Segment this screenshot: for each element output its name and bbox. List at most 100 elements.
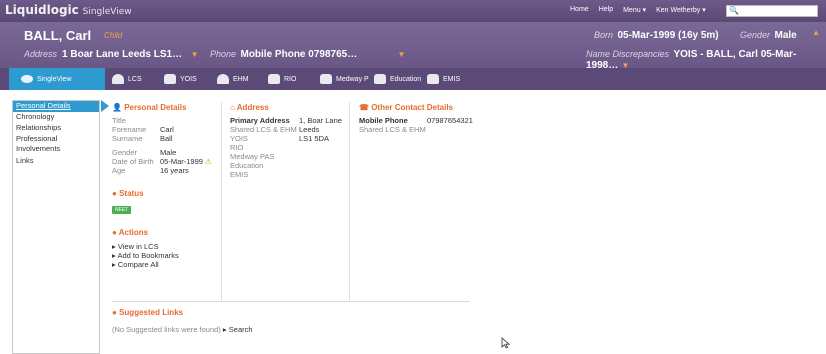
tab-emis[interactable]: EMIS: [427, 68, 460, 90]
dob-label: Date of Birth: [112, 157, 154, 166]
search-icon: 🔍: [729, 6, 739, 15]
brand-product: SingleView: [82, 7, 132, 17]
patient-address[interactable]: Address 1 Boar Lane Leeds LS1… ▼: [24, 49, 199, 60]
suggested-empty-text: (No Suggested links were found): [112, 325, 221, 334]
action-view-in-lcs[interactable]: ▸ View in LCS: [112, 242, 218, 251]
heading-text: Other Contact Details: [371, 103, 453, 112]
database-icon: [320, 74, 332, 84]
heading-text: Personal Details: [124, 103, 187, 112]
sidebar-item-label: Personal Details: [16, 101, 71, 110]
address-heading: ⌂ Address: [230, 103, 348, 112]
tab-label: RIO: [284, 75, 297, 83]
home-icon: ⌂: [230, 103, 235, 112]
suggested-heading: ● Suggested Links: [112, 308, 412, 317]
eye-icon: [21, 75, 33, 83]
nav-user[interactable]: Ken Wetherby ▾: [656, 6, 706, 14]
tab-ehm[interactable]: EHM: [217, 68, 249, 90]
patient-phone[interactable]: Phone Mobile Phone 0798765… ▼: [210, 49, 405, 60]
heading-text: Address: [236, 103, 269, 112]
born-label: Born: [594, 30, 614, 40]
tab-education[interactable]: Education: [374, 68, 421, 90]
child-label: Child: [104, 31, 123, 40]
suggested-text-row: (No Suggested links were found) ▸ Search: [112, 325, 412, 334]
heading-text: Status: [119, 189, 144, 198]
surname-value: Ball: [160, 134, 173, 143]
action-compare-all[interactable]: ▸ Compare All: [112, 260, 218, 269]
forename-value: Carl: [160, 125, 174, 134]
status-heading: ● Status: [112, 189, 218, 198]
nav-menu[interactable]: Menu ▾: [623, 6, 646, 14]
personal-fields: Title Forename Carl Surname Ball Gender Mal…: [112, 116, 218, 175]
warning-icon[interactable]: ⚠: [205, 157, 212, 166]
heading-text: Suggested Links: [119, 308, 184, 317]
bullet-icon: ●: [112, 308, 117, 317]
search-link[interactable]: ▸ Search: [223, 325, 253, 334]
sidebar-item-personal-details[interactable]: Personal Details: [13, 100, 109, 112]
gender-label: Gender: [740, 30, 771, 40]
born-value: 05-Mar-1999 (16y 5m): [617, 30, 719, 41]
bullet-icon: ●: [112, 189, 117, 198]
tab-singleview[interactable]: SingleView: [9, 68, 105, 90]
collapse-icon[interactable]: ▲: [812, 28, 820, 37]
action-label: View in LCS: [117, 242, 159, 251]
address-dropdown-icon[interactable]: ▼: [191, 50, 199, 59]
search-input[interactable]: 🔍: [726, 5, 818, 17]
sidebar-item-relationships[interactable]: Relationships: [13, 123, 99, 134]
address-sources: RIO Medway PAS Education EMIS: [230, 143, 274, 179]
contact-fields: Mobile Phone 07987654321 Shared LCS & EH…: [359, 116, 489, 136]
nav-home[interactable]: Home: [570, 6, 589, 14]
phone-icon: ☎: [359, 103, 369, 112]
bullet-icon: ●: [112, 228, 117, 237]
personal-details-section: 👤 Personal Details Title Forename Carl Su…: [112, 103, 218, 269]
personal-details-heading: 👤 Personal Details: [112, 103, 218, 112]
action-label: Add to Bookmarks: [117, 251, 179, 260]
tab-label: LCS: [128, 75, 142, 83]
source-rio: RIO: [230, 143, 244, 152]
contact-section: ☎ Other Contact Details Mobile Phone 079…: [359, 103, 489, 136]
nav-help[interactable]: Help: [599, 6, 613, 14]
sidebar-item-professional-involvements[interactable]: Professional Involvements: [13, 134, 99, 156]
sidebar-item-chronology[interactable]: Chronology: [13, 112, 99, 123]
patient-gender: Gender Male: [740, 30, 797, 41]
address-section: ⌂ Address Primary Address 1, Boar Lane S…: [230, 103, 348, 186]
address-value: 1 Boar Lane Leeds LS1…: [62, 49, 183, 60]
sidebar: Personal Details Chronology Relationship…: [12, 100, 109, 354]
database-icon: [427, 74, 439, 84]
brand-name: Liquidlogic: [5, 3, 79, 17]
dob-value: 05-Mar-1999 ⚠: [160, 157, 212, 166]
tab-label: Education: [390, 75, 422, 83]
phone-dropdown-icon[interactable]: ▼: [397, 50, 405, 59]
brand-logo: Liquidlogic SingleView: [5, 3, 132, 17]
age-label: Age: [112, 166, 126, 175]
patient-born: Born 05-Mar-1999 (16y 5m): [594, 30, 719, 41]
tab-rio[interactable]: RIO: [268, 68, 296, 90]
mobile-value: 07987654321: [427, 116, 473, 125]
namedisc-label: Name Discrepancies: [586, 49, 670, 59]
tab-lcs[interactable]: LCS: [112, 68, 142, 90]
active-arrow-icon: [101, 100, 109, 112]
heading-text: Actions: [118, 228, 149, 237]
mobile-label: Mobile Phone: [359, 116, 408, 125]
primary-address-label: Primary Address: [230, 116, 290, 125]
tab-yois[interactable]: YOIS: [164, 68, 197, 90]
top-bar: Liquidlogic SingleView Home Help Menu ▾ …: [0, 0, 826, 22]
source-medway: Medway PAS: [230, 152, 275, 161]
status-badge: NEET: [112, 206, 132, 214]
system-tab-bar: SingleView LCS YOIS EHM RIO Medway P Edu…: [0, 68, 826, 90]
address-label: Address: [24, 49, 58, 59]
tab-medway[interactable]: Medway P: [320, 68, 369, 90]
surname-label: Surname: [112, 134, 143, 143]
mouse-cursor-icon: [501, 337, 510, 349]
person-icon: [217, 74, 229, 84]
column-divider: [221, 102, 222, 302]
sidebar-item-label: Relationships: [16, 123, 62, 132]
shared-lcs-ehm: Shared LCS & EHM: [230, 125, 297, 134]
sidebar-item-label: Links: [16, 156, 34, 165]
primary-address-value: 1, Boar Lane: [299, 116, 342, 125]
sidebar-item-links[interactable]: Links: [13, 156, 99, 167]
sidebar-item-label: Chronology: [16, 112, 55, 121]
source-education: Education: [230, 161, 264, 170]
action-add-bookmarks[interactable]: ▸ Add to Bookmarks: [112, 251, 218, 260]
tab-label: Medway P: [336, 75, 369, 83]
title-label: Title: [112, 116, 126, 125]
